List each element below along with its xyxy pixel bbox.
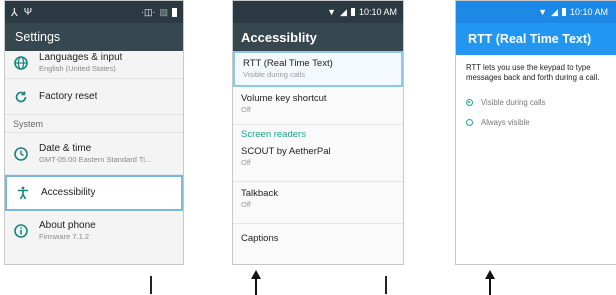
separator-mark: [385, 276, 387, 294]
settings-item-title: Date & time: [39, 142, 92, 154]
page-title: Accessiblity: [241, 29, 317, 45]
reset-icon: [13, 89, 29, 105]
settings-item-languages[interactable]: Languages & input English (United States…: [5, 47, 183, 79]
signal-icon: ◢: [551, 6, 558, 17]
rtt-screen: ▼ ◢ 10:10 AM RTT (Real Time Text) RTT le…: [455, 0, 616, 265]
arrow-shaft: [489, 278, 491, 295]
status-bar: ▼ ◢ 10:10 AM: [456, 1, 616, 23]
accessibility-item-title: Talkback: [241, 188, 278, 199]
section-header-system: System: [5, 115, 183, 133]
page-title: Settings: [15, 30, 61, 44]
accessibility-item-title: Captions: [241, 233, 279, 244]
accessibility-item-title: SCOUT by AetherPal: [241, 146, 331, 157]
settings-item-factory-reset[interactable]: Factory reset: [5, 79, 183, 115]
settings-item-title: Accessibility: [41, 187, 96, 198]
settings-item-subtitle: English (United States): [39, 63, 116, 73]
accessibility-item-subtitle: Off: [241, 158, 251, 167]
radio-option-visible-during-calls[interactable]: Visible during calls: [456, 93, 616, 111]
settings-item-date-time[interactable]: Date & time GMT-05:00 Eastern Standard T…: [5, 133, 183, 175]
settings-item-subtitle: GMT-05:00 Eastern Standard Ti...: [39, 154, 152, 164]
accessibility-item-title: RTT (Real Time Text): [243, 58, 333, 69]
signal-icon: ◢: [340, 6, 347, 17]
wifi-icon: ▼: [327, 7, 337, 17]
settings-item-title: Languages & input: [39, 51, 123, 63]
accessibility-item-title: Volume key shortcut: [241, 93, 327, 104]
section-header-screen-readers: Screen readers: [241, 129, 306, 140]
app-bar: RTT (Real Time Text): [456, 23, 616, 55]
accessibility-item-volume-shortcut[interactable]: Volume key shortcut Off: [233, 87, 403, 125]
settings-item-accessibility[interactable]: Accessibility: [5, 175, 183, 211]
radio-unselected-icon: [466, 118, 473, 126]
settings-item-title: Factory reset: [39, 90, 98, 102]
status-bar: ▼ ◢ 10:10 AM: [233, 1, 403, 23]
accessibility-item-captions[interactable]: Captions: [233, 224, 403, 254]
battery-icon: [350, 8, 355, 16]
radio-label: Always visible: [481, 117, 530, 127]
sim-icon: ▨: [159, 6, 168, 17]
battery-icon: [172, 7, 177, 17]
clock-icon: [13, 146, 29, 162]
accessibility-icon: [15, 185, 31, 201]
accessibility-item-subtitle: Off: [241, 105, 251, 114]
network-icon: ⅄: [11, 6, 18, 19]
arrow-shaft: [255, 278, 257, 295]
settings-item-about-phone[interactable]: About phone Firmware 7.1.2: [5, 211, 183, 251]
radio-option-always-visible[interactable]: Always visible: [456, 113, 616, 131]
clock-time: 10:10 AM: [358, 7, 397, 17]
info-icon: [13, 223, 29, 239]
settings-item-title: About phone: [39, 220, 96, 231]
accessibility-item-scout[interactable]: SCOUT by AetherPal Off: [233, 144, 403, 182]
vibrate-icon: ·◫·: [140, 6, 156, 17]
accessibility-item-subtitle: Visible during calls: [243, 70, 305, 79]
status-bar: ⅄ Ψ ·◫· ▨: [5, 1, 183, 23]
radio-label: Visible during calls: [481, 97, 546, 107]
wifi-icon: ▼: [538, 7, 548, 17]
page-title: RTT (Real Time Text): [468, 32, 592, 46]
battery-icon: [561, 8, 566, 16]
rtt-description: RTT lets you use the keypad to type mess…: [466, 63, 600, 82]
clock-time: 10:10 AM: [569, 7, 608, 17]
accessibility-item-talkback[interactable]: Talkback Off: [233, 182, 403, 224]
wifi-icon: Ψ: [23, 6, 33, 18]
separator-mark: [150, 276, 152, 294]
radio-selected-icon: [466, 98, 473, 106]
accessibility-item-rtt[interactable]: RTT (Real Time Text) Visible during call…: [233, 51, 403, 87]
settings-screen: ⅄ Ψ ·◫· ▨ Settings Languages & input Eng…: [4, 0, 184, 265]
globe-icon: [13, 55, 29, 71]
accessibility-item-subtitle: Off: [241, 200, 251, 209]
accessibility-screen: ▼ ◢ 10:10 AM Accessiblity RTT (Real Time…: [232, 0, 404, 265]
app-bar: Accessiblity: [233, 23, 403, 51]
settings-item-subtitle: Firmware 7.1.2: [39, 232, 90, 241]
